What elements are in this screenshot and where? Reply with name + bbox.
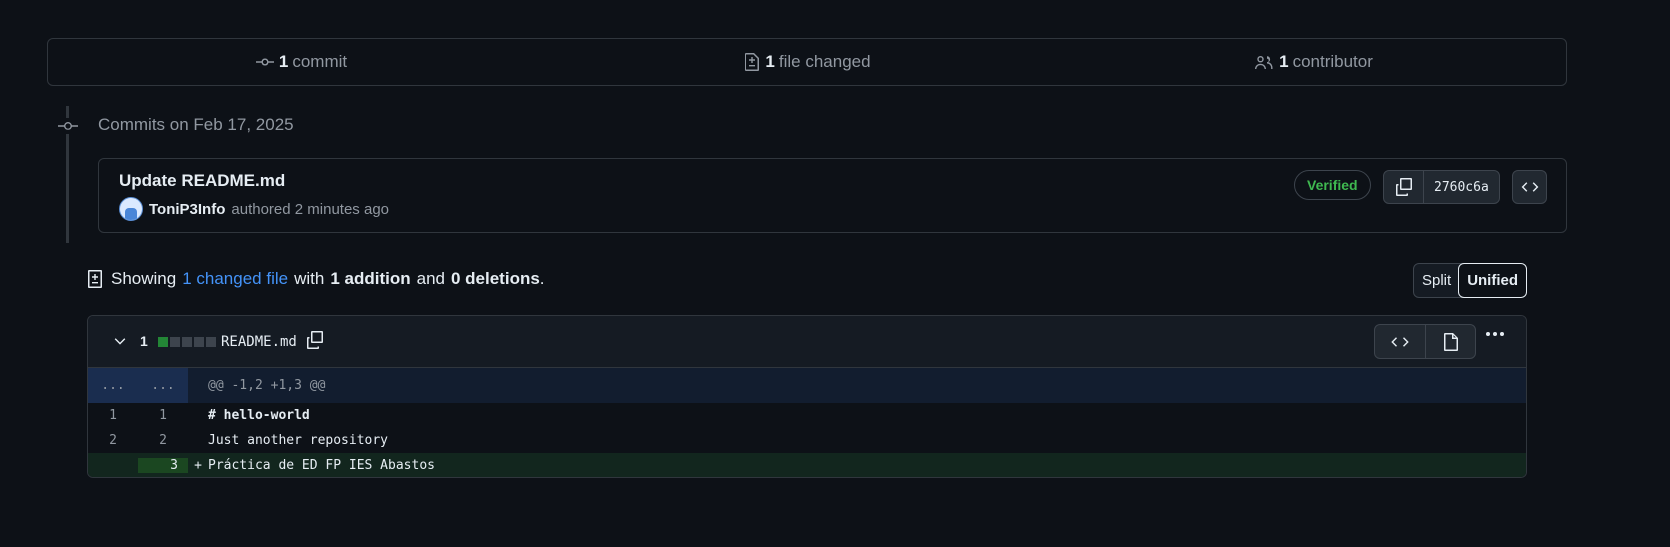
code-line: Just another repository [208,433,389,448]
timeline-commit-icon [56,118,80,134]
file-view-actions [1374,324,1476,359]
diff-summary-suffix: . [539,269,545,288]
commit-meta: ToniP3Info authored 2 minutes ago [119,197,389,221]
files-label: file changed [778,52,871,71]
diff-line: 1 1 # hello-world [88,403,1526,428]
split-view-button[interactable]: Split [1414,264,1459,297]
old-line-number[interactable]: 2 [88,433,138,448]
file-diff: 1 README.md ... ... @@ -1,2 +1,3 @@ 1 1 … [87,315,1527,478]
diff-summary-with: with [294,269,325,288]
diffstat-bar [158,337,216,347]
commits-summary[interactable]: 1 commit [48,52,554,72]
new-line-number[interactable]: 1 [138,408,188,423]
contributors-summary[interactable]: 1 contributor [1060,52,1566,72]
file-diff-icon [88,270,102,288]
code-icon [1391,336,1409,347]
commits-label: commit [292,52,348,71]
hunk-header-text: @@ -1,2 +1,3 @@ [208,378,326,393]
diffstat-neutral-block [206,337,216,347]
commit-card: Update README.md ToniP3Info authored 2 m… [98,158,1567,233]
verified-badge[interactable]: Verified [1294,170,1371,200]
people-icon [1255,56,1273,69]
additions-count: 1 addition [330,269,411,288]
diff-sign: + [194,458,202,473]
file-change-count: 1 [140,333,148,349]
files-count: 1 [765,52,775,71]
hunk-expand-new[interactable]: ... [138,368,188,403]
view-rich-file-button[interactable] [1425,325,1475,358]
browse-repo-button[interactable] [1512,170,1547,204]
diff-line-addition: 3 + Práctica de ED FP IES Abastos [88,453,1526,477]
compare-summary-bar: 1 commit 1 file changed 1 contributor [47,38,1567,86]
file-name-link[interactable]: README.md [221,334,297,350]
commit-author-link[interactable]: ToniP3Info [149,201,225,218]
unified-view-button[interactable]: Unified [1458,263,1528,298]
copy-sha-button[interactable] [1384,171,1424,203]
old-line-number[interactable]: 1 [88,408,138,423]
view-source-button[interactable] [1375,325,1425,358]
changed-files-link[interactable]: 1 changed file [182,269,288,289]
diff-summary-and: and [416,269,445,288]
files-summary[interactable]: 1 file changed [554,52,1060,72]
hunk-expand-old[interactable]: ... [88,368,138,403]
file-header: 1 README.md [88,316,1526,368]
new-line-number[interactable]: 3 [138,458,188,473]
file-diff-icon [745,53,760,71]
deletions-count: 0 deletions [450,269,540,288]
diffstat-neutral-block [182,337,192,347]
contributors-label: contributor [1292,52,1373,71]
commit-title-link[interactable]: Update README.md [119,171,285,191]
code-icon [1521,182,1538,192]
diff-view-toggle: Split Unified [1413,263,1528,298]
code-line: # hello-world [208,408,310,423]
commits-count: 1 [278,52,289,71]
hunk-header-row: ... ... @@ -1,2 +1,3 @@ [88,368,1526,403]
diffstat-neutral-block [194,337,204,347]
contributors-count: 1 [1279,52,1289,71]
diff-line: 2 2 Just another repository [88,428,1526,453]
authored-time: authored 2 minutes ago [231,200,390,218]
diff-summary-prefix: Showing [111,269,177,288]
copy-icon[interactable] [305,330,325,350]
diff-summary: Showing 1 changed file with 1 addition a… [87,269,545,289]
diffstat-addition-block [158,337,168,347]
kebab-menu-icon[interactable] [1486,332,1504,336]
code-line: Práctica de ED FP IES Abastos [208,458,435,473]
file-icon [1443,332,1458,351]
copy-icon [1395,178,1412,196]
commit-sha-group: 2760c6a [1383,170,1500,204]
commits-date-heading: Commits on Feb 17, 2025 [98,115,294,134]
new-line-number[interactable]: 2 [138,433,188,448]
git-commit-icon [255,58,274,66]
avatar[interactable] [119,197,143,221]
diffstat-neutral-block [170,337,180,347]
chevron-down-icon[interactable] [112,334,128,350]
commit-sha-link[interactable]: 2760c6a [1424,171,1499,203]
